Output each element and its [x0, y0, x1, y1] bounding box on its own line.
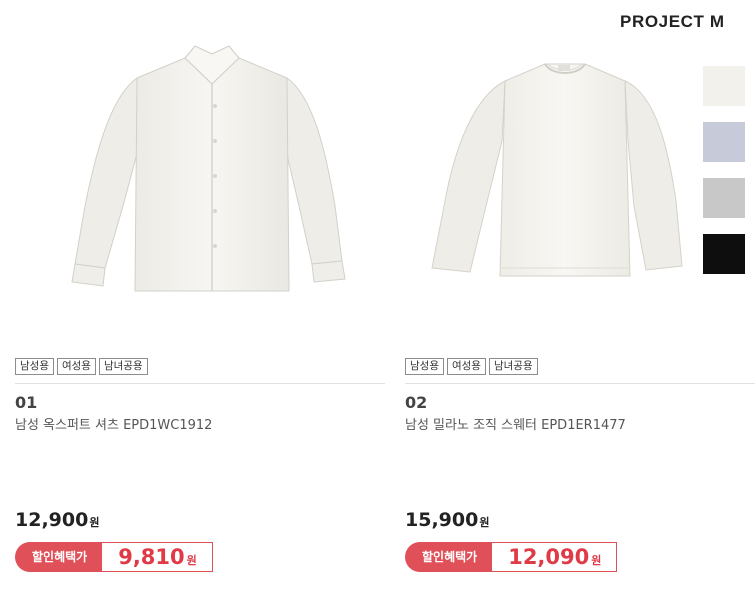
discount-price-block: 할인혜택가 12,090 원	[405, 542, 618, 572]
product-image-shirt[interactable]	[67, 36, 357, 301]
product-number: 01	[15, 393, 38, 412]
product-name-link[interactable]: 남성 옥스퍼트 셔츠 EPD1WC1912	[15, 414, 212, 433]
price-value: 12,900	[15, 509, 89, 531]
color-swatches	[703, 66, 745, 290]
gender-tags: 남성용 여성용 남녀공용	[405, 358, 538, 375]
discount-label: 할인혜택가	[405, 542, 493, 572]
product-name-link[interactable]: 남성 밀라노 조직 스웨터 EPD1ER1477	[405, 414, 626, 433]
divider	[405, 383, 755, 384]
regular-price: 15,900원	[405, 509, 489, 531]
discount-price-value: 12,090	[508, 545, 590, 569]
divider	[15, 383, 385, 384]
swatch-ivory[interactable]	[703, 66, 745, 106]
discount-price: 9,810 원	[102, 542, 213, 572]
tag-unisex: 남녀공용	[488, 358, 538, 375]
discount-price-block: 할인혜택가 9,810 원	[15, 542, 213, 572]
swatch-light-blue[interactable]	[703, 122, 745, 162]
price-value: 15,900	[405, 509, 479, 531]
discount-label: 할인혜택가	[15, 542, 103, 572]
discount-price-unit: 원	[591, 554, 602, 567]
tag-women: 여성용	[56, 358, 96, 375]
price-unit: 원	[89, 516, 100, 529]
discount-price-unit: 원	[186, 554, 197, 567]
product-number: 02	[405, 393, 428, 412]
tag-unisex: 남녀공용	[98, 358, 148, 375]
regular-price: 12,900원	[15, 509, 99, 531]
swatch-black[interactable]	[703, 234, 745, 274]
discount-price-value: 9,810	[118, 545, 185, 569]
swatch-light-gray[interactable]	[703, 178, 745, 218]
tag-men: 남성용	[405, 358, 444, 375]
discount-price: 12,090 원	[492, 542, 618, 572]
sweater-illustration	[431, 63, 683, 277]
price-unit: 원	[479, 516, 490, 529]
product-card[interactable]: 남성용 여성용 남녀공용 01 남성 옥스퍼트 셔츠 EPD1WC1912 12…	[15, 0, 385, 599]
product-image-sweater[interactable]	[420, 36, 710, 301]
tag-women: 여성용	[446, 358, 486, 375]
tag-men: 남성용	[15, 358, 54, 375]
gender-tags: 남성용 여성용 남녀공용	[15, 358, 148, 375]
shirt-illustration	[71, 45, 346, 292]
